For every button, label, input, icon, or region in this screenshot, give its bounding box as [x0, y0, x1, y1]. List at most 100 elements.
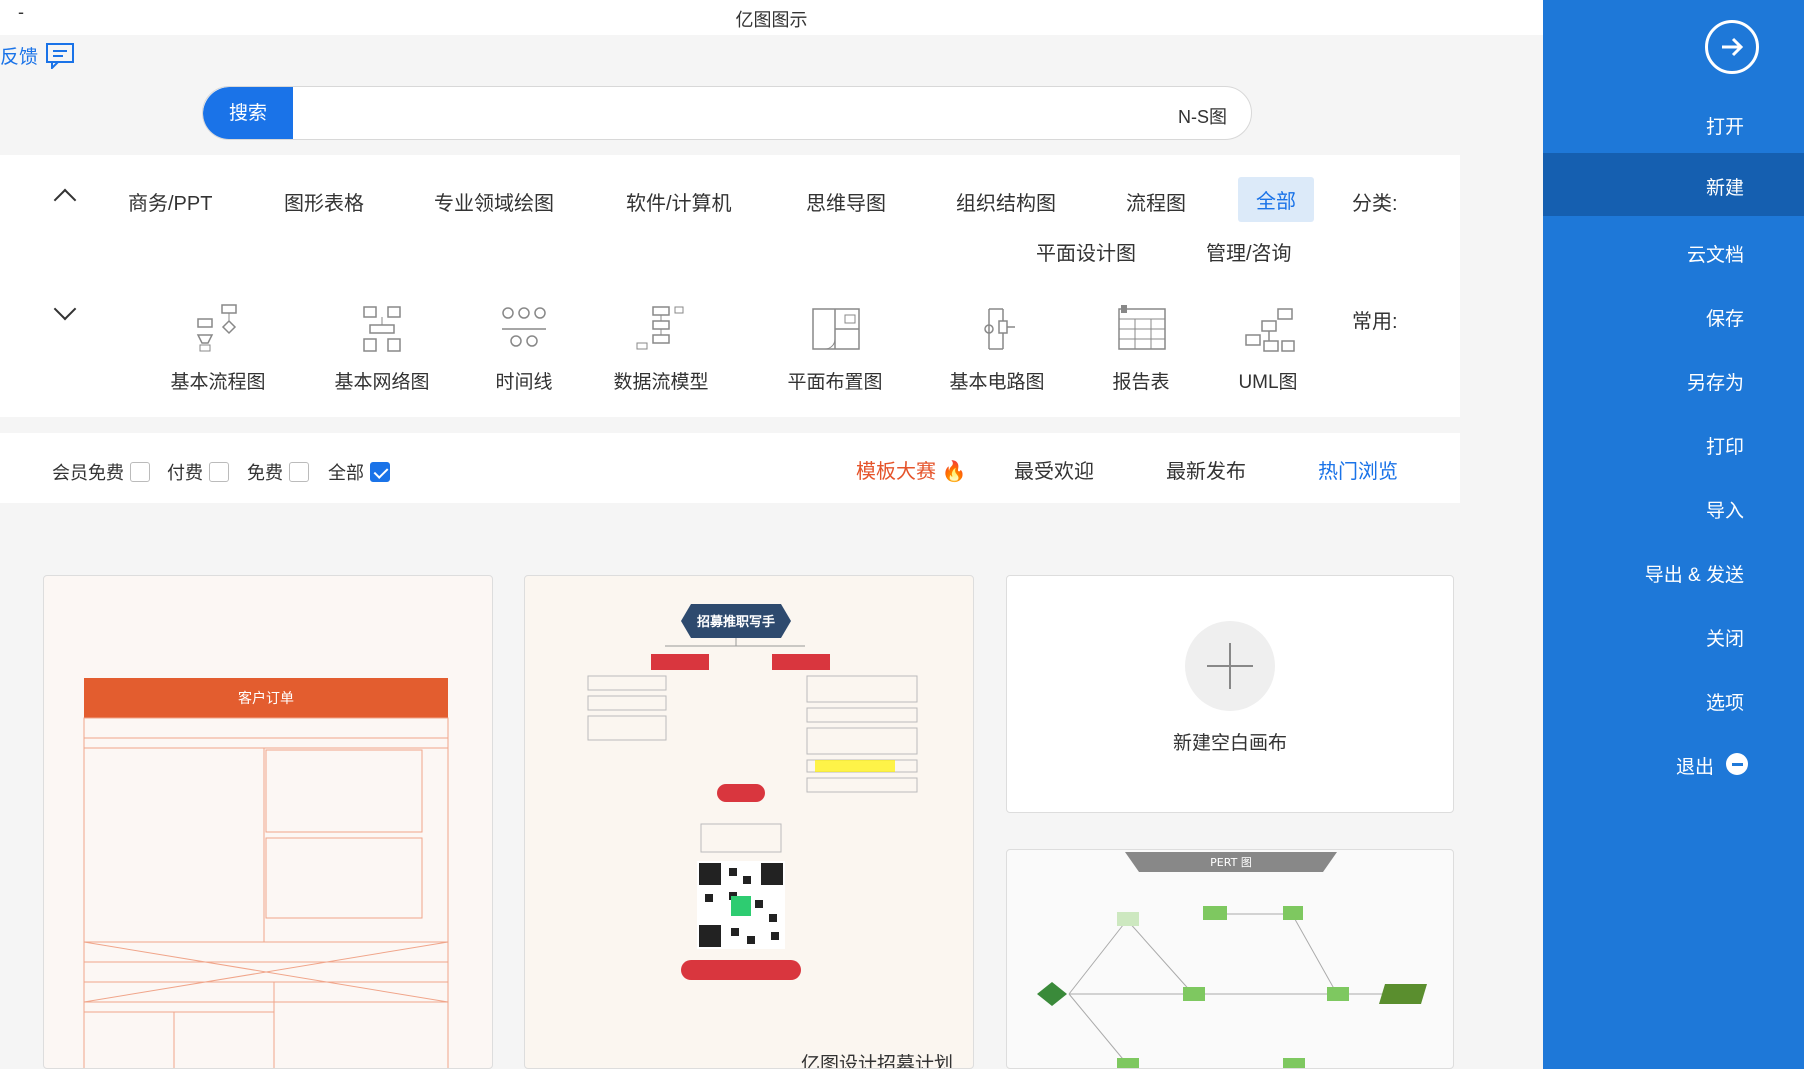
category-flowchart[interactable]: 流程图	[1126, 187, 1186, 216]
sidebar-item-new[interactable]: 新建	[1543, 153, 1804, 216]
category-graphic-table[interactable]: 图形表格	[284, 187, 364, 216]
tab-template-contest[interactable]: 模板大赛 🔥	[856, 455, 966, 484]
data-flow-icon	[636, 306, 684, 350]
common-label-uml: UML图	[1238, 372, 1298, 393]
filter-all-label: 全部	[328, 463, 364, 483]
sidebar-label-import: 导入	[1705, 501, 1744, 522]
sidebar-label-save: 保存	[1705, 309, 1744, 330]
exit-icon	[1726, 753, 1748, 775]
sidebar-item-exit[interactable]: 退出	[1543, 736, 1804, 791]
feedback-label: 反馈	[0, 46, 39, 68]
pert-template-card[interactable]: PERT 图	[1006, 849, 1454, 1069]
common-item-network[interactable]: 基本网络图	[317, 303, 447, 394]
feedback-icon	[46, 43, 75, 69]
circuit-icon	[984, 308, 1015, 350]
minimize-button[interactable]: -	[18, 2, 24, 23]
checkbox-member-free[interactable]	[130, 462, 150, 482]
chevron-up-icon[interactable]	[53, 188, 77, 212]
sidebar-item-close[interactable]: 关闭	[1543, 608, 1804, 663]
open-icon[interactable]	[1705, 20, 1759, 74]
checkbox-paid[interactable]	[209, 462, 229, 482]
tab-popular[interactable]: 热门浏览	[1318, 455, 1398, 484]
basic-flow-icon	[196, 304, 237, 352]
category-business-ppt[interactable]: 商务/PPT	[128, 187, 212, 216]
sidebar-item-open[interactable]: 打开	[1543, 96, 1804, 151]
checkbox-all[interactable]	[370, 462, 390, 482]
common-label-report: 报告表	[1112, 372, 1170, 393]
report-icon	[1118, 305, 1166, 350]
feedback-link[interactable]: 反馈	[0, 38, 76, 72]
sidebar-label-exit: 退出	[1675, 757, 1714, 778]
common-item-circuit[interactable]: 基本电路图	[932, 303, 1062, 394]
sidebar-label-close: 关闭	[1705, 629, 1744, 650]
pert-preview: PERT 图	[1037, 852, 1427, 1068]
new-blank-card[interactable]: 新建空白画布	[1006, 575, 1454, 813]
filter-bar: 热门浏览 最新发布 最受欢迎 模板大赛 🔥 全部 免费 付费 会员免费	[0, 433, 1460, 503]
sidebar-item-import[interactable]: 导入	[1543, 480, 1804, 535]
mindmap-preview: 招募推职写手	[587, 604, 918, 980]
tab-most-liked[interactable]: 最受欢迎	[1014, 455, 1094, 484]
filter-paid-label: 付费	[167, 463, 203, 483]
tab-latest[interactable]: 最新发布	[1166, 455, 1246, 484]
sidebar-item-save-as[interactable]: 另存为	[1543, 352, 1804, 407]
search-input[interactable]: N-S图	[1178, 103, 1227, 129]
order-title: 客户订单	[238, 690, 294, 707]
sidebar-item-export[interactable]: 导出 & 发送	[1543, 544, 1804, 599]
category-all[interactable]: 全部	[1238, 177, 1314, 222]
common-label: 常用:	[1352, 311, 1398, 333]
filter-paid[interactable]: 付费	[167, 459, 229, 485]
app-title: 亿图图示	[735, 10, 808, 30]
tab-contest-label: 模板大赛	[856, 461, 936, 483]
category-management[interactable]: 管理/咨询	[1206, 237, 1292, 266]
network-icon	[363, 306, 401, 352]
common-label-data-flow: 数据流模型	[613, 372, 709, 393]
common-label-basic-flow: 基本流程图	[170, 372, 266, 393]
chevron-down-icon[interactable]	[53, 297, 77, 321]
category-graphic-design[interactable]: 平面设计图	[1036, 237, 1136, 266]
pert-title: PERT 图	[1210, 856, 1252, 869]
mindmap-title: 招募推职写手	[697, 614, 775, 630]
checkbox-free[interactable]	[289, 462, 309, 482]
category-professional[interactable]: 专业领域绘图	[434, 187, 554, 216]
mindmap-template-card[interactable]: 招募推职写手 亿图设计招募计划	[524, 575, 974, 1069]
sidebar-label-save-as: 另存为	[1686, 373, 1744, 394]
sidebar-label-options: 选项	[1705, 693, 1744, 714]
uml-icon	[1245, 308, 1295, 352]
timeline-icon	[502, 307, 546, 347]
common-item-report[interactable]: 报告表	[1076, 303, 1206, 394]
search-bar: 搜索 N-S图	[202, 86, 1252, 140]
filter-all[interactable]: 全部	[328, 459, 390, 485]
fire-icon: 🔥	[941, 461, 967, 483]
category-mindmap[interactable]: 思维导图	[806, 187, 886, 216]
common-item-data-flow[interactable]: 数据流模型	[596, 303, 726, 394]
sidebar-item-cloud[interactable]: 云文档	[1543, 224, 1804, 279]
title-bar: 亿图图示 -	[0, 0, 1543, 35]
category-label: 分类:	[1352, 193, 1398, 215]
category-panel: 分类: 全部 流程图 组织结构图 思维导图 软件/计算机 专业领域绘图 图形表格…	[0, 155, 1460, 417]
order-preview: 客户订单	[83, 678, 449, 1068]
sidebar-label-export: 导出 & 发送	[1644, 565, 1744, 586]
filter-free-label: 免费	[247, 463, 283, 483]
sidebar-item-save[interactable]: 保存	[1543, 288, 1804, 343]
search-button[interactable]: 搜索	[203, 87, 293, 139]
common-item-timeline[interactable]: 时间线	[459, 303, 589, 394]
common-label-timeline: 时间线	[495, 372, 553, 393]
common-item-floor-plan[interactable]: 平面布置图	[770, 303, 900, 394]
category-software[interactable]: 软件/计算机	[626, 187, 732, 216]
sidebar-label-print: 打印	[1705, 437, 1744, 458]
sidebar-item-print[interactable]: 打印	[1543, 416, 1804, 471]
sidebar-label-cloud: 云文档	[1686, 245, 1744, 266]
common-item-basic-flow[interactable]: 基本流程图	[153, 303, 283, 394]
common-label-floor-plan: 平面布置图	[787, 372, 883, 393]
category-org-chart[interactable]: 组织结构图	[956, 187, 1056, 216]
sidebar-label-new: 新建	[1705, 178, 1744, 199]
filter-free[interactable]: 免费	[247, 459, 309, 485]
mindmap-card-title: 亿图设计招募计划	[800, 1054, 953, 1069]
common-label-circuit: 基本电路图	[949, 372, 1045, 393]
common-item-uml[interactable]: UML图	[1203, 303, 1333, 394]
sidebar-label-open: 打开	[1705, 117, 1744, 138]
filter-member-free-label: 会员免费	[52, 463, 124, 483]
filter-member-free[interactable]: 会员免费	[52, 459, 150, 485]
sidebar-item-options[interactable]: 选项	[1543, 672, 1804, 727]
order-template-card[interactable]: 客户订单	[43, 575, 493, 1069]
